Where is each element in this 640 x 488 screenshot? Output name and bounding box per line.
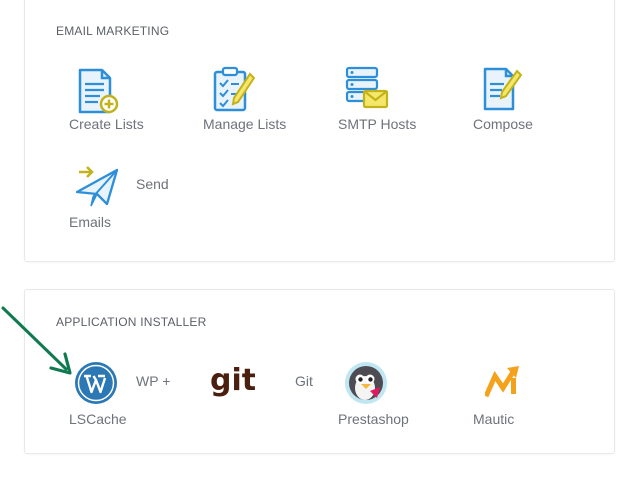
application-installer-card: APPLICATION INSTALLER WP + LSCache git G… (24, 289, 615, 454)
manage-lists-label: Manage Lists (203, 116, 287, 132)
prestashop-label: Prestashop (338, 411, 409, 427)
svg-text:git: git (210, 364, 255, 398)
create-lists-label: Create Lists (69, 116, 144, 132)
smtp-hosts-label: SMTP Hosts (338, 116, 417, 132)
manage-list-icon (213, 66, 256, 112)
lscache-label: LSCache (69, 411, 127, 427)
send-label: Send (136, 176, 169, 192)
prestashop-icon (345, 362, 387, 404)
smtp-hosts-tile[interactable]: SMTP Hosts (338, 66, 438, 138)
git-icon: git (210, 364, 255, 398)
wp-plus-label: WP + (136, 373, 171, 389)
mautic-label: Mautic (473, 411, 515, 427)
email-marketing-heading: EMAIL MARKETING (56, 24, 170, 38)
emails-label: Emails (69, 214, 112, 230)
send-emails-tile[interactable]: Send Emails (69, 164, 199, 234)
smtp-host-icon (345, 66, 389, 109)
create-lists-tile[interactable]: Create Lists (69, 68, 159, 138)
git-tile[interactable]: git Git (209, 364, 319, 408)
compose-icon (483, 67, 523, 111)
mautic-tile[interactable]: Mautic (473, 364, 553, 432)
create-list-icon (78, 68, 119, 114)
compose-tile[interactable]: Compose (473, 66, 553, 138)
send-email-icon (75, 166, 119, 207)
annotation-arrow (1, 306, 72, 375)
email-marketing-card: EMAIL MARKETING Create Lists Manage List… (24, 0, 615, 262)
prestashop-tile[interactable]: Prestashop (338, 360, 438, 432)
git-label: Git (295, 373, 313, 389)
mautic-icon (485, 366, 519, 398)
wp-lscache-tile[interactable]: WP + LSCache (69, 360, 189, 432)
wordpress-icon (75, 362, 117, 404)
manage-lists-tile[interactable]: Manage Lists (203, 66, 303, 138)
compose-label: Compose (473, 116, 533, 132)
